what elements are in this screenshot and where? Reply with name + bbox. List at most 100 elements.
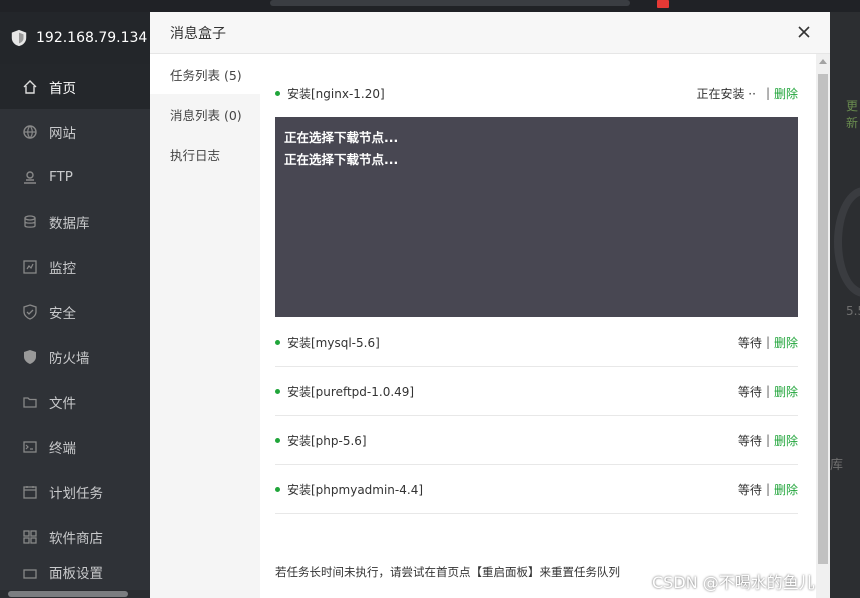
task-name: 安装[pureftpd-1.0.49] <box>287 384 415 399</box>
task-row: 安装[nginx-1.20] 正在安装 ·· | 删除 <box>275 82 798 104</box>
notification-badge <box>657 0 669 8</box>
task-name: 安装[php-5.6] <box>287 433 367 448</box>
scroll-up-icon[interactable] <box>819 59 827 64</box>
tab-label: 消息列表 (0) <box>170 107 242 123</box>
database-icon <box>22 214 38 230</box>
separator: | <box>765 482 770 496</box>
task-status: 等待 <box>737 384 762 399</box>
settings-icon <box>22 566 38 582</box>
sidebar-item-label: FTP <box>49 168 73 185</box>
delete-link[interactable]: 删除 <box>774 85 798 102</box>
home-icon <box>22 79 38 95</box>
gauge-value: 5.5 <box>846 304 860 318</box>
sidebar-item-store[interactable]: 软件商店 <box>0 514 150 559</box>
status-dot <box>275 339 280 345</box>
status-dot <box>275 486 280 492</box>
sidebar-hscrollbar[interactable] <box>0 590 150 598</box>
delete-link[interactable]: 删除 <box>774 432 798 449</box>
monitor-icon <box>22 259 38 275</box>
tab-message-list[interactable]: 消息列表 (0) <box>150 94 260 134</box>
database-label: 库 <box>830 458 844 473</box>
separator: | <box>765 433 770 447</box>
sidebar-item-label: 软件商店 <box>49 530 103 547</box>
sidebar: 192.168.79.134 首页 网站 FTP 数据库 监控 安全 防火墙 文… <box>0 12 150 598</box>
terminal-icon <box>22 439 38 455</box>
modal-tabs: 任务列表 (5) 消息列表 (0) 执行日志 <box>150 54 260 598</box>
status-dot <box>275 388 280 394</box>
sidebar-item-monitor[interactable]: 监控 <box>0 244 150 289</box>
top-scrollbar[interactable] <box>270 0 630 6</box>
status-dot <box>275 90 280 96</box>
console-line: 正在选择下载节点... <box>284 152 399 167</box>
sidebar-item-label: 文件 <box>49 395 76 412</box>
separator: | <box>765 86 770 100</box>
more-link[interactable]: 更新 <box>846 97 860 131</box>
task-status: 等待 <box>737 433 762 448</box>
apps-icon <box>22 529 38 545</box>
tab-task-list[interactable]: 任务列表 (5) <box>150 54 260 94</box>
task-name: 安装[nginx-1.20] <box>287 86 385 101</box>
delete-link[interactable]: 删除 <box>774 334 798 351</box>
sidebar-item-ftp[interactable]: FTP <box>0 154 150 199</box>
close-icon <box>798 26 810 38</box>
sidebar-item-home[interactable]: 首页 <box>0 64 150 109</box>
modal-scrollbar[interactable] <box>816 54 830 598</box>
gauge-ring <box>834 187 860 297</box>
folder-icon <box>22 394 38 410</box>
task-row: 安装[mysql-5.6] 等待 | 删除 <box>275 318 798 367</box>
task-list-panel: 安装[nginx-1.20] 正在安装 ·· | 删除 正在选择下载节点... … <box>260 54 816 598</box>
tab-exec-log[interactable]: 执行日志 <box>150 134 260 174</box>
separator: | <box>765 384 770 398</box>
sidebar-item-label: 防火墙 <box>49 350 90 367</box>
watermark: CSDN @不喝水的鱼儿 <box>652 573 815 592</box>
tab-label: 任务列表 (5) <box>170 67 242 83</box>
console-line: 正在选择下载节点... <box>284 130 399 145</box>
task-row: 安装[php-5.6] 等待 | 删除 <box>275 416 798 465</box>
separator: | <box>765 335 770 349</box>
sidebar-item-label: 安全 <box>49 305 76 322</box>
shield-check-icon <box>22 303 38 320</box>
sidebar-item-terminal[interactable]: 终端 <box>0 424 150 469</box>
sidebar-item-label: 计划任务 <box>49 485 103 502</box>
sidebar-item-settings[interactable]: 面板设置 <box>0 559 150 582</box>
delete-link[interactable]: 删除 <box>774 383 798 400</box>
sidebar-item-database[interactable]: 数据库 <box>0 199 150 244</box>
sidebar-item-files[interactable]: 文件 <box>0 379 150 424</box>
sidebar-item-label: 监控 <box>49 260 76 277</box>
calendar-icon <box>22 484 38 500</box>
sidebar-item-firewall[interactable]: 防火墙 <box>0 334 150 379</box>
server-header: 192.168.79.134 <box>0 12 150 64</box>
firewall-icon <box>22 349 38 365</box>
task-row: 安装[pureftpd-1.0.49] 等待 | 删除 <box>275 367 798 416</box>
sidebar-item-cron[interactable]: 计划任务 <box>0 469 150 514</box>
task-status: 正在安装 ·· <box>696 86 756 101</box>
modal-header: 消息盒子 <box>150 12 830 54</box>
sidebar-item-label: 网站 <box>49 125 76 142</box>
close-button[interactable] <box>796 24 812 40</box>
task-row: 安装[phpmyadmin-4.4] 等待 | 删除 <box>275 465 798 514</box>
status-dot <box>275 437 280 443</box>
shield-icon <box>11 29 27 47</box>
globe-icon <box>22 124 38 140</box>
sidebar-item-label: 数据库 <box>49 215 90 232</box>
sidebar-item-security[interactable]: 安全 <box>0 289 150 334</box>
modal-title: 消息盒子 <box>170 25 226 42</box>
footer-note: 若任务长时间未执行，请尝试在首页点【重启面板】来重置任务队列 <box>275 565 620 579</box>
install-console: 正在选择下载节点... 正在选择下载节点... <box>275 117 798 317</box>
task-name: 安装[phpmyadmin-4.4] <box>287 482 424 497</box>
scroll-thumb[interactable] <box>818 74 828 564</box>
top-strip <box>0 0 860 12</box>
sidebar-hscroll-thumb[interactable] <box>8 591 128 597</box>
message-box-modal: 消息盒子 任务列表 (5) 消息列表 (0) 执行日志 安装[nginx-1.2… <box>150 12 830 598</box>
task-name: 安装[mysql-5.6] <box>287 335 380 350</box>
sidebar-item-website[interactable]: 网站 <box>0 109 150 154</box>
task-status: 等待 <box>737 335 762 350</box>
delete-link[interactable]: 删除 <box>774 481 798 498</box>
server-ip: 192.168.79.134 <box>36 30 148 46</box>
ftp-icon <box>22 169 38 185</box>
background-page: 更新 5.5 库 <box>830 12 860 598</box>
sidebar-item-label: 终端 <box>49 440 76 457</box>
sidebar-item-label: 面板设置 <box>49 566 103 582</box>
task-status: 等待 <box>737 482 762 497</box>
tab-label: 执行日志 <box>170 147 221 163</box>
